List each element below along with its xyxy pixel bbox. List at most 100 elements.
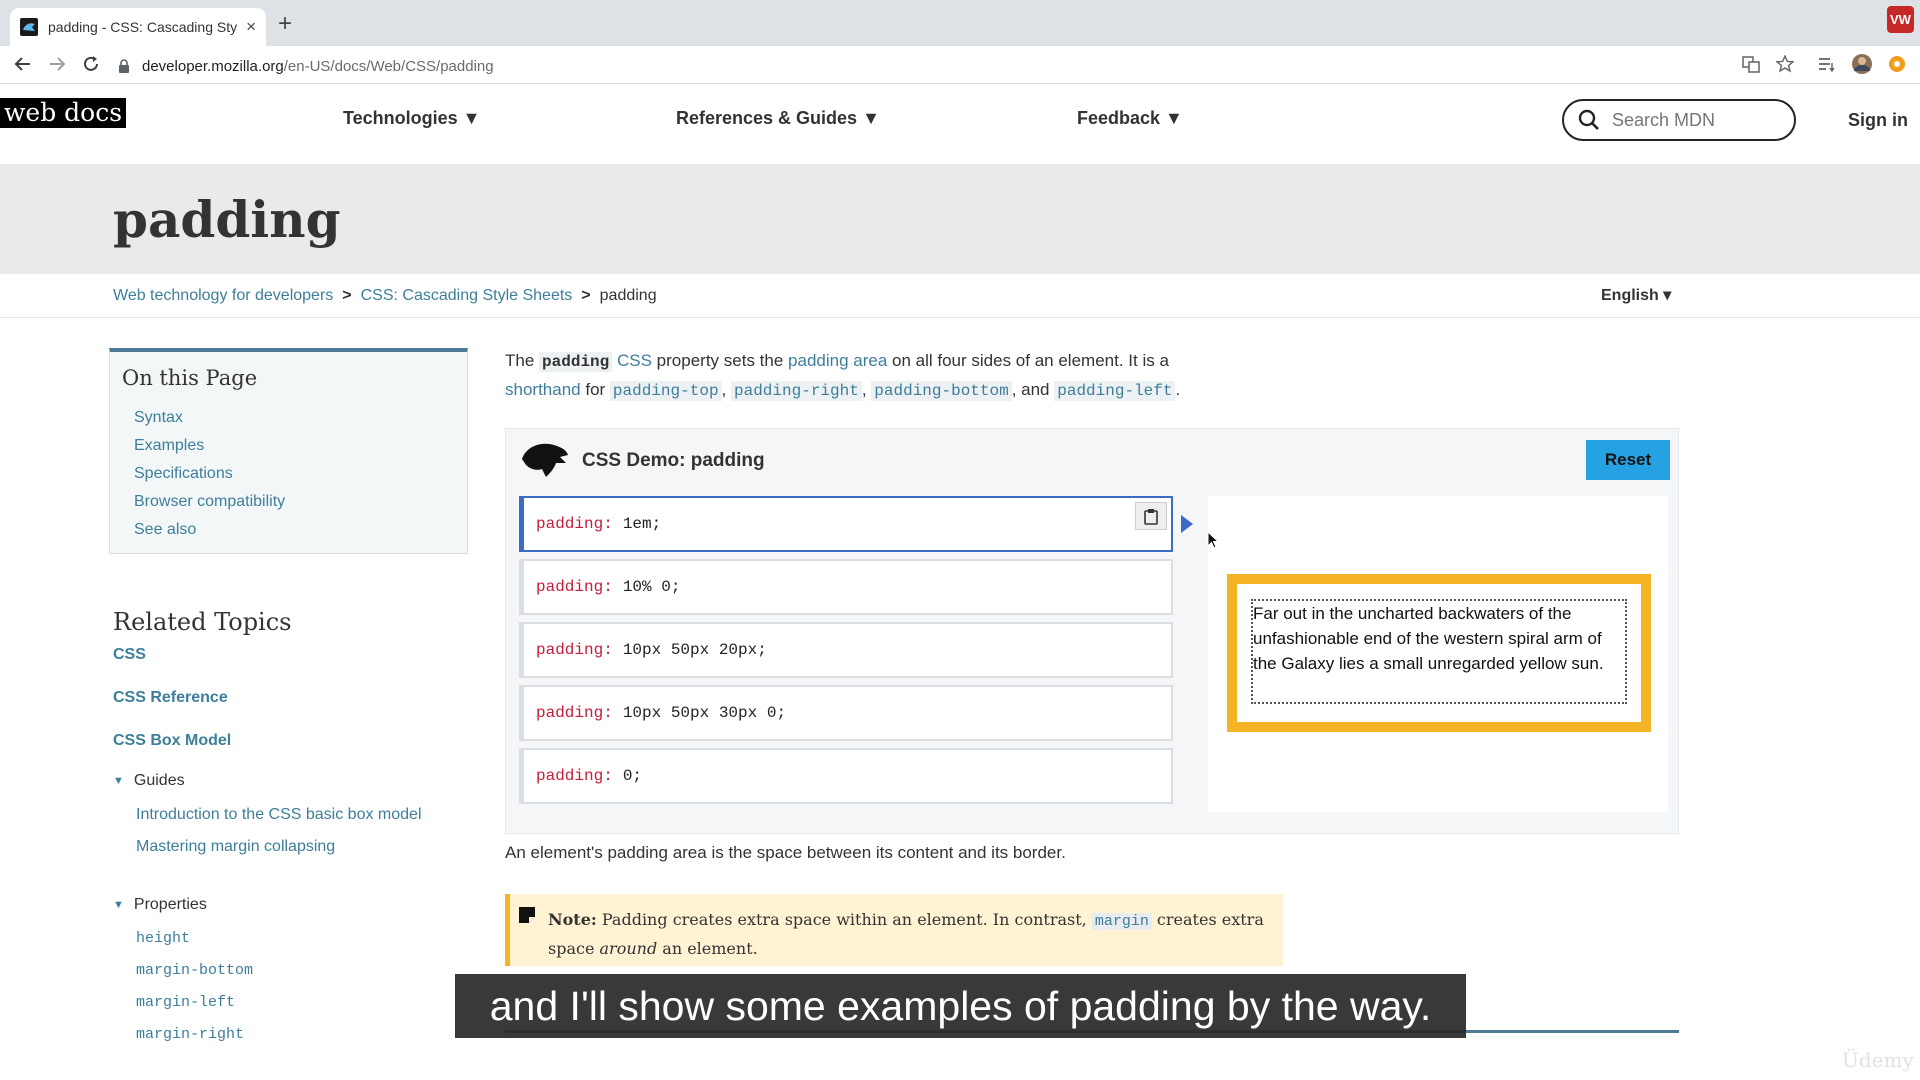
udemy-watermark: Üdemy (1842, 1048, 1914, 1072)
search-icon (1578, 109, 1599, 130)
reload-icon[interactable] (82, 55, 100, 73)
back-icon[interactable] (14, 55, 32, 73)
code-padding-left: padding-left (1054, 381, 1176, 401)
link-shorthand[interactable]: shorthand (505, 380, 581, 399)
code-padding-bottom: padding-bottom (871, 381, 1012, 401)
title-band: padding (0, 164, 1920, 274)
link-margin[interactable]: margin (1091, 910, 1152, 930)
note-icon (519, 907, 535, 923)
demo-choice-1[interactable]: padding: 1em; (519, 496, 1173, 552)
guides-label: Guides (133, 772, 185, 789)
toc-link-examples[interactable]: Examples (134, 432, 455, 460)
browser-tab[interactable]: padding - CSS: Cascading Styl × (10, 8, 266, 46)
css-property: padding: (536, 515, 613, 533)
on-this-page-box: On this Page Syntax Examples Specificati… (109, 348, 468, 554)
demo-choice-5[interactable]: padding: 0; (519, 748, 1173, 804)
code-padding: padding (539, 352, 613, 372)
note-label: Note: (548, 910, 597, 929)
related-link-css-box-model[interactable]: CSS Box Model (113, 732, 473, 766)
mdn-favicon-icon (20, 18, 38, 36)
search-input[interactable] (1610, 108, 1780, 132)
reset-button[interactable]: Reset (1586, 440, 1670, 480)
video-caption: and I'll show some examples of padding b… (455, 974, 1466, 1038)
profile-avatar-icon[interactable] (1851, 53, 1873, 75)
search-box[interactable] (1562, 99, 1796, 141)
css-property: padding: (536, 767, 613, 785)
nav-references-guides[interactable]: References & Guides ▼ (676, 108, 880, 129)
css-value: 10% 0; (622, 578, 681, 596)
sign-in-link[interactable]: Sign in (1848, 110, 1908, 131)
demo-output-text: Far out in the uncharted backwaters of t… (1251, 599, 1627, 704)
browser-toolbar: developer.mozilla.org/en-US/docs/Web/CSS… (0, 46, 1920, 84)
properties-label: Properties (133, 896, 207, 913)
intro-text: for (580, 380, 610, 399)
link-padding-area[interactable]: padding area (788, 351, 887, 370)
properties-toggle[interactable]: ▼ Properties (113, 896, 473, 914)
url-host: developer.mozilla.org (142, 57, 284, 75)
code-padding-right: padding-right (731, 381, 862, 401)
toc-link-specifications[interactable]: Specifications (134, 460, 455, 488)
translate-icon[interactable] (1742, 55, 1760, 73)
language-selector[interactable]: English ▾ (1601, 285, 1671, 305)
link-padding-left[interactable]: padding-left (1054, 380, 1176, 401)
related-link-css[interactable]: CSS (113, 646, 473, 689)
breadcrumb-separator-icon: > (342, 287, 352, 304)
copy-clipboard-button[interactable] (1135, 502, 1167, 530)
guide-link-intro-box-model[interactable]: Introduction to the CSS basic box model (136, 806, 473, 838)
demo-title: CSS Demo: padding (582, 450, 765, 471)
related-topics: Related Topics CSS CSS Reference CSS Box… (113, 608, 473, 1058)
breadcrumb-separator-icon: > (581, 287, 591, 304)
guides-toggle[interactable]: ▼ Guides (113, 772, 473, 790)
related-link-css-reference[interactable]: CSS Reference (113, 689, 473, 732)
intro-paragraph: The padding CSS property sets the paddin… (505, 347, 1265, 405)
property-link-margin-bottom[interactable]: margin-bottom (136, 962, 473, 994)
css-property: padding: (536, 641, 613, 659)
css-value: 10px 50px 30px 0; (622, 704, 787, 722)
toc-link-see-also[interactable]: See also (134, 516, 455, 544)
demo-output-element: Far out in the uncharted backwaters of t… (1227, 574, 1651, 732)
demo-choice-3[interactable]: padding: 10px 50px 20px; (519, 622, 1173, 678)
profile-extension-icon[interactable]: VW (1887, 6, 1914, 33)
nav-technologies[interactable]: Technologies ▼ (343, 108, 481, 129)
extension-orange-icon[interactable] (1888, 55, 1906, 73)
note-text: an element. (657, 939, 758, 958)
padding-area-description: An element's padding area is the space b… (505, 843, 1066, 862)
bookmark-star-icon[interactable] (1776, 55, 1794, 73)
intro-text: The (505, 351, 540, 370)
mdn-logo[interactable]: web docs (0, 98, 127, 128)
breadcrumb-web-technology[interactable]: Web technology for developers (113, 287, 333, 305)
reading-list-icon[interactable] (1818, 55, 1836, 73)
breadcrumb-css[interactable]: CSS: Cascading Style Sheets (361, 287, 573, 305)
page-title: padding (113, 190, 341, 249)
link-padding-right[interactable]: padding-right (731, 380, 862, 401)
link-padding-bottom[interactable]: padding-bottom (871, 380, 1012, 401)
on-this-page-title: On this Page (122, 366, 258, 390)
property-link-height[interactable]: height (136, 930, 473, 962)
mdn-dino-logo-icon (522, 443, 568, 477)
property-link-margin-left[interactable]: margin-left (136, 994, 473, 1026)
css-value: 0; (622, 767, 643, 785)
expand-triangle-icon: ▼ (113, 899, 124, 911)
demo-choice-4[interactable]: padding: 10px 50px 30px 0; (519, 685, 1173, 741)
demo-output-panel: Far out in the uncharted backwaters of t… (1208, 496, 1668, 812)
code-padding-top: padding-top (609, 381, 722, 401)
mouse-cursor-icon (1207, 531, 1219, 549)
link-padding-top[interactable]: padding-top (609, 380, 722, 401)
note-text: Padding creates extra space within an el… (596, 910, 1092, 929)
demo-choice-2[interactable]: padding: 10% 0; (519, 559, 1173, 615)
toc-link-browser-compatibility[interactable]: Browser compatibility (134, 488, 455, 516)
nav-feedback[interactable]: Feedback ▼ (1077, 108, 1183, 129)
css-value: 10px 50px 20px; (622, 641, 767, 659)
forward-icon[interactable] (48, 55, 66, 73)
guide-link-margin-collapsing[interactable]: Mastering margin collapsing (136, 838, 473, 890)
intro-text: on all four sides of an element. It is a (887, 351, 1169, 370)
url-path: /en-US/docs/Web/CSS/padding (283, 57, 494, 75)
property-link-margin-right[interactable]: margin-right (136, 1026, 473, 1058)
note-emphasis: around (599, 939, 658, 958)
related-topics-title: Related Topics (113, 608, 292, 636)
link-css[interactable]: CSS (617, 351, 652, 370)
new-tab-icon[interactable]: + (278, 10, 292, 38)
address-bar[interactable]: developer.mozilla.org/en-US/docs/Web/CSS… (118, 51, 1808, 81)
tab-close-icon[interactable]: × (246, 17, 256, 37)
toc-link-syntax[interactable]: Syntax (134, 404, 455, 432)
